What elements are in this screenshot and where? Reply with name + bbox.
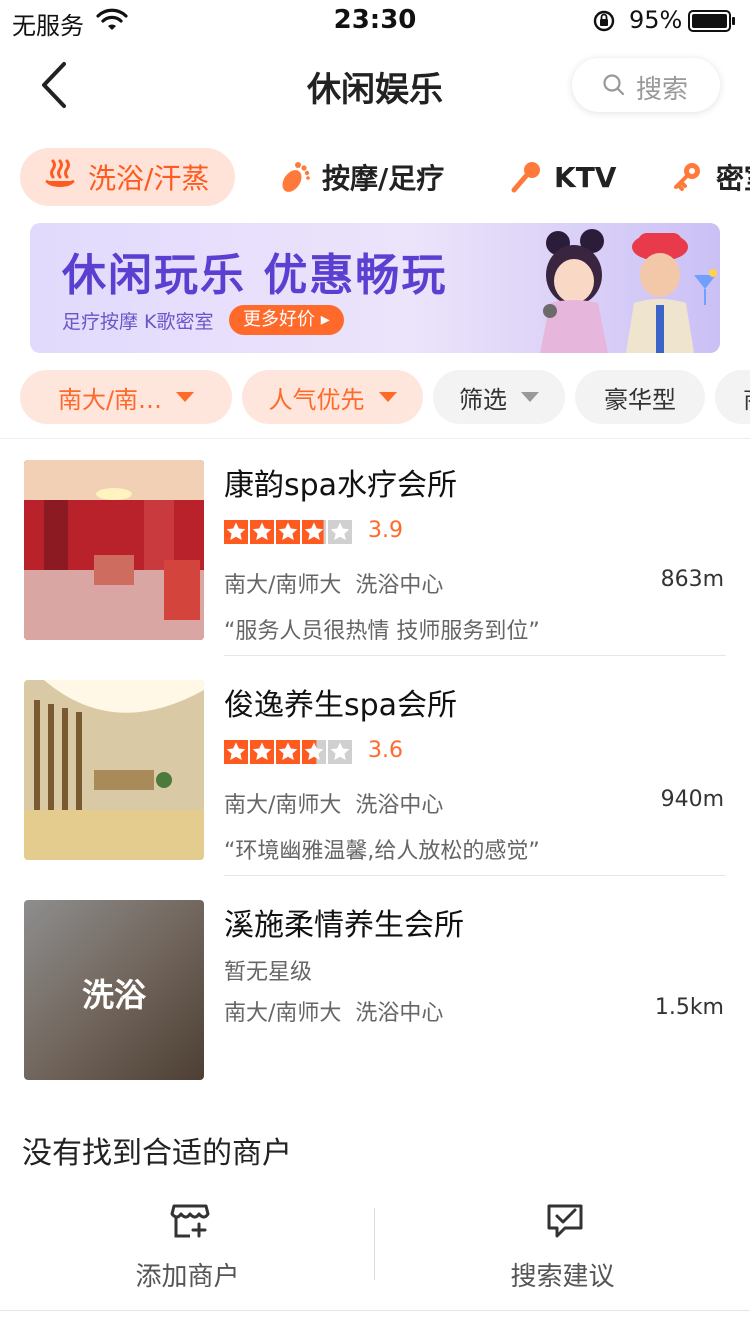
area-label: 南大/南师大 bbox=[224, 573, 342, 598]
star-icon bbox=[302, 740, 326, 764]
filter-screen-dropdown[interactable]: 筛选 bbox=[433, 370, 565, 424]
filter-area-dropdown[interactable]: 南大/南… bbox=[20, 370, 232, 424]
chevron-down-icon bbox=[378, 392, 397, 402]
type-label: 洗浴中心 bbox=[355, 1001, 444, 1026]
banner-cta-button[interactable]: 更多好价 ▸ bbox=[229, 305, 344, 335]
merchant-name: 俊逸养生spa会所 bbox=[224, 688, 458, 723]
merchant-location: 南大/南师大 洗浴中心 bbox=[224, 787, 443, 819]
merchant-name: 溪施柔情养生会所 bbox=[224, 908, 464, 943]
divider bbox=[224, 875, 726, 876]
area-label: 南大/南师大 bbox=[224, 1001, 342, 1026]
search-suggestion-button[interactable]: 搜索建议 bbox=[375, 1188, 750, 1298]
add-store-icon bbox=[170, 1204, 210, 1238]
star-icon bbox=[276, 520, 300, 544]
star-icon bbox=[224, 740, 248, 764]
type-label: 洗浴中心 bbox=[355, 573, 444, 598]
hot-spring-icon bbox=[45, 159, 75, 187]
chevron-down-icon bbox=[176, 392, 195, 402]
search-suggestion-label: 搜索建议 bbox=[510, 1262, 615, 1292]
star-icon bbox=[250, 520, 274, 544]
search-label: 搜索 bbox=[636, 75, 689, 105]
rating-score: 3.9 bbox=[368, 518, 403, 543]
filter-bar: 南大/南… 人气优先 筛选 豪华型 商 bbox=[0, 370, 750, 426]
star-icon bbox=[302, 520, 326, 544]
tab-label: 洗浴/汗蒸 bbox=[88, 162, 210, 195]
battery-icon bbox=[688, 10, 735, 32]
distance: 1.5km bbox=[654, 995, 724, 1020]
filter-luxury-chip[interactable]: 豪华型 bbox=[575, 370, 705, 424]
area-label: 南大/南师大 bbox=[224, 793, 342, 818]
status-bar: 无服务 23:30 95% bbox=[0, 0, 750, 42]
no-rating-label: 暂无星级 bbox=[224, 960, 313, 985]
microphone-icon bbox=[511, 162, 540, 193]
divider bbox=[0, 438, 750, 439]
star-icon bbox=[328, 520, 352, 544]
tab-label: 密室 bbox=[716, 162, 750, 195]
filter-sort-dropdown[interactable]: 人气优先 bbox=[242, 370, 423, 424]
not-found-heading: 没有找到合适的商户 bbox=[22, 1136, 292, 1171]
promo-banner[interactable]: 休闲玩乐 优惠畅玩 足疗按摩 K歌密室 更多好价 ▸ bbox=[30, 223, 720, 353]
merchant-photo bbox=[24, 460, 204, 640]
merchant-location: 南大/南师大 洗浴中心 bbox=[224, 995, 443, 1027]
orientation-lock-icon bbox=[593, 10, 615, 32]
star-rating bbox=[224, 520, 354, 544]
filter-label: 南大/南… bbox=[57, 385, 163, 414]
tab-label: KTV bbox=[554, 160, 617, 194]
merchant-photo: 洗浴 bbox=[24, 900, 204, 1080]
filter-more-chip[interactable]: 商 bbox=[715, 370, 750, 424]
banner-characters-illustration bbox=[540, 229, 717, 353]
distance: 863m bbox=[660, 567, 724, 592]
add-merchant-button[interactable]: 添加商户 bbox=[0, 1188, 375, 1298]
key-icon bbox=[674, 163, 700, 191]
banner-title: 休闲玩乐 优惠畅玩 bbox=[62, 250, 448, 301]
foot-icon bbox=[282, 162, 310, 192]
filter-label: 筛选 bbox=[459, 385, 507, 414]
tab-ktv[interactable]: KTV bbox=[508, 148, 616, 206]
star-icon bbox=[224, 520, 248, 544]
add-merchant-label: 添加商户 bbox=[135, 1262, 240, 1292]
star-icon bbox=[250, 740, 274, 764]
banner-cta-label: 更多好价 bbox=[243, 309, 315, 330]
search-button[interactable]: 搜索 bbox=[572, 58, 720, 112]
star-rating bbox=[224, 740, 354, 764]
filter-label: 人气优先 bbox=[268, 385, 365, 414]
filter-label: 商 bbox=[743, 380, 750, 415]
tab-escape-room[interactable]: 密室 bbox=[670, 148, 750, 206]
merchant-photo bbox=[24, 680, 204, 860]
banner-subtitle: 足疗按摩 K歌密室 bbox=[62, 311, 214, 333]
footer-actions: 添加商户 搜索建议 bbox=[0, 1188, 750, 1298]
battery-percent: 95% bbox=[629, 6, 683, 34]
photo-placeholder-label: 洗浴 bbox=[81, 976, 146, 1014]
review-snippet: “服务人员很热情 技师服务到位” bbox=[224, 619, 540, 644]
search-icon bbox=[603, 74, 625, 96]
merchant-location: 南大/南师大 洗浴中心 bbox=[224, 567, 443, 599]
filter-label: 豪华型 bbox=[604, 385, 676, 414]
type-label: 洗浴中心 bbox=[355, 793, 444, 818]
review-snippet: “环境幽雅温馨,给人放松的感觉” bbox=[224, 839, 540, 864]
tab-bath-sauna[interactable]: 洗浴/汗蒸 bbox=[20, 148, 236, 206]
rating-score: 3.6 bbox=[368, 738, 403, 763]
star-icon bbox=[328, 740, 352, 764]
tab-label: 按摩/足疗 bbox=[322, 162, 445, 195]
distance: 940m bbox=[660, 787, 724, 812]
divider bbox=[0, 1310, 750, 1311]
chevron-down-icon bbox=[521, 392, 539, 402]
merchant-name: 康韵spa水疗会所 bbox=[224, 468, 458, 503]
category-tabs: 洗浴/汗蒸 按摩/足疗 KTV 密室 bbox=[0, 146, 750, 210]
edit-check-icon bbox=[547, 1204, 583, 1238]
tab-massage[interactable]: 按摩/足疗 bbox=[276, 148, 444, 206]
nav-bar: 休闲娱乐 搜索 bbox=[0, 42, 750, 130]
divider bbox=[224, 655, 726, 656]
star-icon bbox=[276, 740, 300, 764]
